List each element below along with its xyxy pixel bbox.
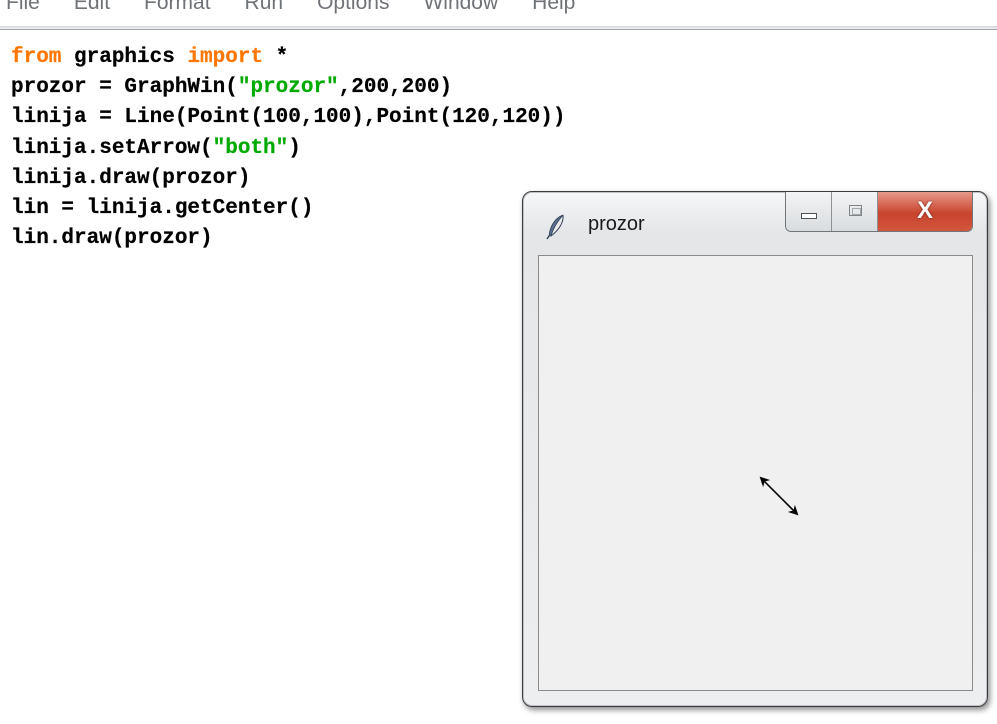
- graphics-canvas[interactable]: [538, 255, 973, 691]
- code-line: from graphics import *: [11, 43, 566, 73]
- code-line: linija.setArrow("both"): [11, 134, 566, 164]
- keyword-token: from: [11, 46, 62, 69]
- menu-run[interactable]: Run: [245, 0, 284, 15]
- maximize-button[interactable]: [832, 192, 878, 231]
- menu-format[interactable]: Format: [144, 0, 211, 15]
- code-token: graphics: [61, 46, 188, 69]
- menu-edit[interactable]: Edit: [74, 0, 110, 15]
- code-token: linija.draw(prozor): [11, 166, 251, 190]
- code-token: lin = linija.getCenter(): [11, 196, 314, 220]
- minimize-icon: [801, 213, 817, 219]
- code-token: lin.draw(prozor): [11, 227, 213, 251]
- code-line: lin.draw(prozor): [11, 224, 566, 254]
- window-title: prozor: [588, 213, 645, 235]
- code-text[interactable]: from graphics import * prozor = GraphWin(…: [11, 43, 566, 254]
- keyword-token: import: [187, 46, 264, 69]
- code-token: linija.setArrow(: [11, 136, 213, 160]
- code-token: *: [263, 46, 289, 69]
- string-token: "prozor": [237, 76, 339, 100]
- code-line: linija = Line(Point(100,100),Point(120,1…: [11, 103, 566, 133]
- feather-icon: [546, 214, 564, 240]
- code-token: linija = Line(Point(100,100),Point(120,1…: [11, 106, 566, 130]
- code-line: prozor = GraphWin("prozor",200,200): [11, 73, 566, 103]
- close-icon: X: [916, 197, 933, 224]
- maximize-icon: [849, 205, 862, 216]
- menu-window[interactable]: Window: [423, 0, 498, 15]
- menu-items: File Edit Format Run Options Window Help: [6, 0, 609, 15]
- menu-bar: File Edit Format Run Options Window Help: [0, 0, 997, 30]
- menu-options[interactable]: Options: [317, 0, 389, 15]
- code-token: ): [288, 136, 301, 160]
- code-token: ,200,200): [338, 76, 453, 100]
- menu-help[interactable]: Help: [532, 0, 575, 15]
- string-token: "both": [212, 136, 289, 160]
- code-line: lin = linija.getCenter(): [11, 194, 566, 224]
- graphwin-window[interactable]: prozor X: [522, 191, 988, 707]
- close-button[interactable]: X: [878, 192, 972, 231]
- window-titlebar[interactable]: prozor X: [523, 192, 987, 252]
- window-controls: X: [785, 192, 973, 232]
- canvas-drawing: [759, 476, 799, 516]
- center-point: [778, 495, 780, 497]
- minimize-button[interactable]: [786, 192, 832, 231]
- code-line: linija.draw(prozor): [11, 164, 566, 194]
- menu-file[interactable]: File: [6, 0, 40, 15]
- code-token: prozor = GraphWin(: [11, 76, 238, 100]
